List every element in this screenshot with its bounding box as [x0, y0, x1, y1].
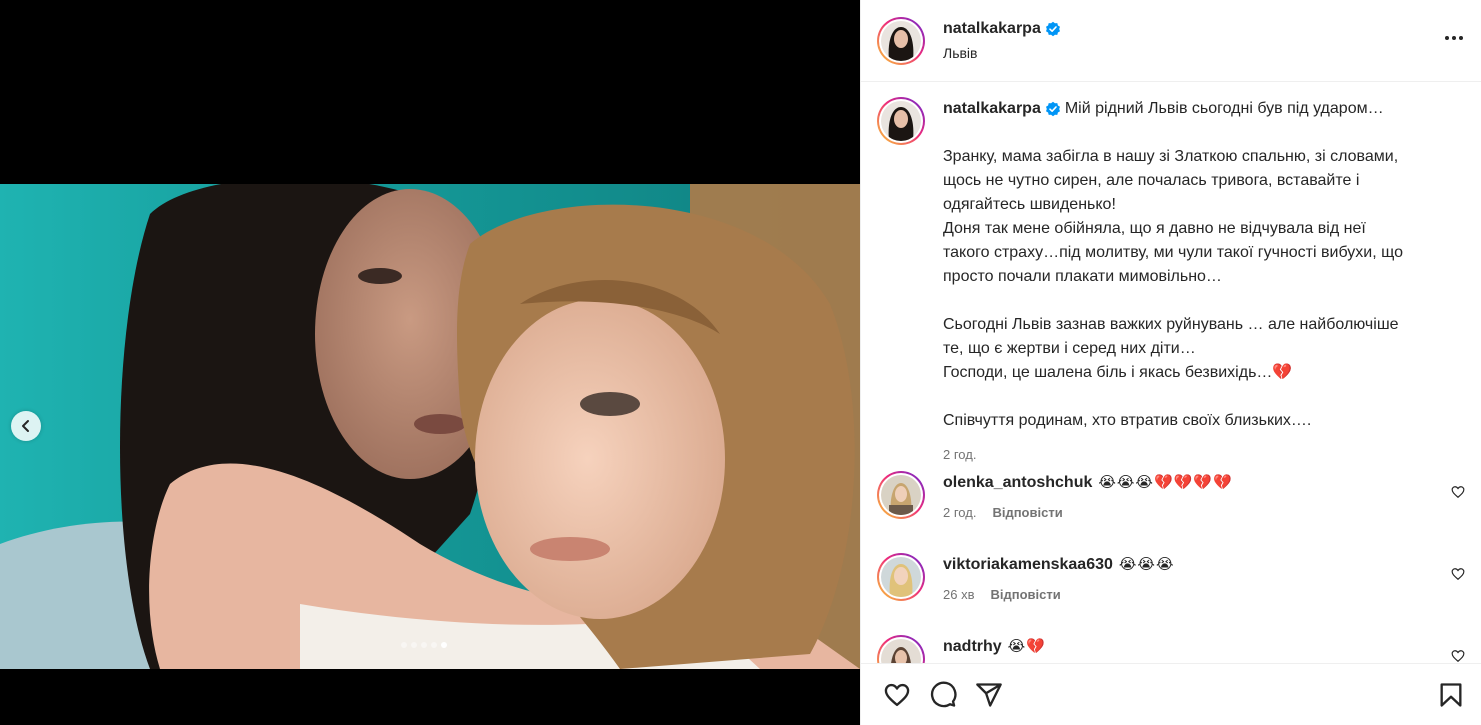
- caption-line: одягайтесь швиденько!: [943, 196, 1116, 213]
- avatar-photo: [881, 475, 921, 515]
- carousel-dot: [421, 642, 427, 648]
- more-options-icon[interactable]: [1445, 30, 1463, 46]
- comments-scroll-area[interactable]: natalkakarpa Мій рідний Львів сьогодні б…: [861, 83, 1481, 663]
- comment-text: 😭😭😭: [1118, 556, 1175, 573]
- comment-avatar[interactable]: [877, 635, 925, 663]
- broken-heart-emoji: 💔: [1272, 364, 1293, 381]
- carousel-prev-button[interactable]: [11, 411, 41, 441]
- post-side-panel: natalkakarpa Львів natalkakarpa Мій рідн…: [860, 0, 1481, 725]
- caption-line: такого страху…під молитву, ми чули такої…: [943, 244, 1403, 261]
- verified-badge-icon: [1045, 101, 1060, 117]
- post-caption: natalkakarpa Мій рідний Львів сьогодні б…: [861, 83, 1481, 467]
- author-username[interactable]: natalkakarpa: [943, 20, 1041, 38]
- carousel-dot: [401, 642, 407, 648]
- comment-username[interactable]: olenka_antoshchuk: [943, 471, 1092, 495]
- comment-item: viktoriakamenskaa630 😭😭😭 26 хв Відповіст…: [861, 553, 1481, 602]
- avatar-photo: [881, 557, 921, 597]
- comment-time[interactable]: 26 хв: [943, 587, 974, 602]
- caption-avatar[interactable]: [877, 97, 925, 145]
- post-header: natalkakarpa Львів: [861, 0, 1481, 82]
- save-button[interactable]: [1437, 681, 1465, 709]
- comment-avatar[interactable]: [877, 471, 925, 519]
- caption-paragraph-2: Сьогодні Львів зазнав важких руйнувань ……: [943, 313, 1463, 385]
- caption-line: Доня так мене обійняла, що я давно не ві…: [943, 220, 1366, 237]
- post-action-bar: [861, 663, 1481, 725]
- comment-item: nadtrhy 😭💔: [861, 635, 1481, 663]
- comment-like-heart-icon[interactable]: [1451, 649, 1465, 663]
- caption-line: Зранку, мама забігла в нашу зі Златкою с…: [943, 148, 1399, 165]
- avatar-photo: [881, 101, 921, 141]
- avatar-photo: [881, 20, 921, 61]
- caption-line: Співчуття родинам, хто втратив своїх бли…: [943, 412, 1312, 429]
- comment-text: 😭💔: [1007, 638, 1046, 655]
- avatar-photo: [881, 639, 921, 663]
- comment-text: 😭😭😭💔💔💔💔: [1098, 474, 1233, 491]
- post-location[interactable]: Львів: [943, 45, 1061, 61]
- caption-line-text: Господи, це шалена біль і якась безвихід…: [943, 364, 1273, 381]
- like-button[interactable]: [883, 681, 911, 709]
- post-photo: [0, 184, 860, 669]
- caption-line: просто почали плакати мимовільно…: [943, 268, 1222, 285]
- comment-avatar[interactable]: [877, 553, 925, 601]
- caption-line: те, що є жертви і серед них діти…: [943, 340, 1196, 357]
- caption-paragraph-3: Співчуття родинам, хто втратив своїх бли…: [943, 409, 1463, 433]
- caption-line: Сьогодні Львів зазнав важких руйнувань ……: [943, 316, 1399, 333]
- caption-username[interactable]: natalkakarpa: [943, 97, 1041, 121]
- caption-paragraph-1: Зранку, мама забігла в нашу зі Златкою с…: [943, 145, 1463, 289]
- heart-icon: [884, 683, 910, 706]
- author-avatar[interactable]: [877, 16, 925, 65]
- carousel-dots: [401, 642, 447, 648]
- bookmark-icon: [1440, 682, 1462, 707]
- comment-icon: [930, 681, 957, 707]
- comment-button[interactable]: [929, 681, 957, 709]
- comment-time[interactable]: 2 год.: [943, 505, 976, 520]
- comment-username[interactable]: nadtrhy: [943, 635, 1002, 659]
- caption-timestamp[interactable]: 2 год.: [943, 443, 1463, 467]
- post-media: [0, 0, 860, 725]
- chevron-left-icon: [22, 420, 29, 432]
- carousel-dot: [411, 642, 417, 648]
- reply-button[interactable]: Відповісти: [990, 587, 1060, 602]
- caption-line: Господи, це шалена біль і якась безвихід…: [943, 361, 1463, 385]
- instagram-post-modal: natalkakarpa Львів natalkakarpa Мій рідн…: [0, 0, 1481, 725]
- reply-button[interactable]: Відповісти: [992, 505, 1062, 520]
- carousel-dot: [431, 642, 437, 648]
- caption-line: щось не чутно сирен, але почалась тривог…: [943, 172, 1360, 189]
- share-icon: [976, 682, 1002, 707]
- carousel-dot-active: [441, 642, 447, 648]
- share-button[interactable]: [975, 681, 1003, 709]
- comment-like-heart-icon[interactable]: [1451, 485, 1465, 499]
- comment-item: olenka_antoshchuk 😭😭😭💔💔💔💔 2 год. Відпові…: [861, 471, 1481, 520]
- verified-badge-icon: [1045, 21, 1060, 37]
- caption-first-line: Мій рідний Львів сьогодні був під ударом…: [1064, 100, 1384, 117]
- comment-like-heart-icon[interactable]: [1451, 567, 1465, 581]
- photo-illustration: [0, 184, 860, 669]
- comment-username[interactable]: viktoriakamenskaa630: [943, 553, 1113, 577]
